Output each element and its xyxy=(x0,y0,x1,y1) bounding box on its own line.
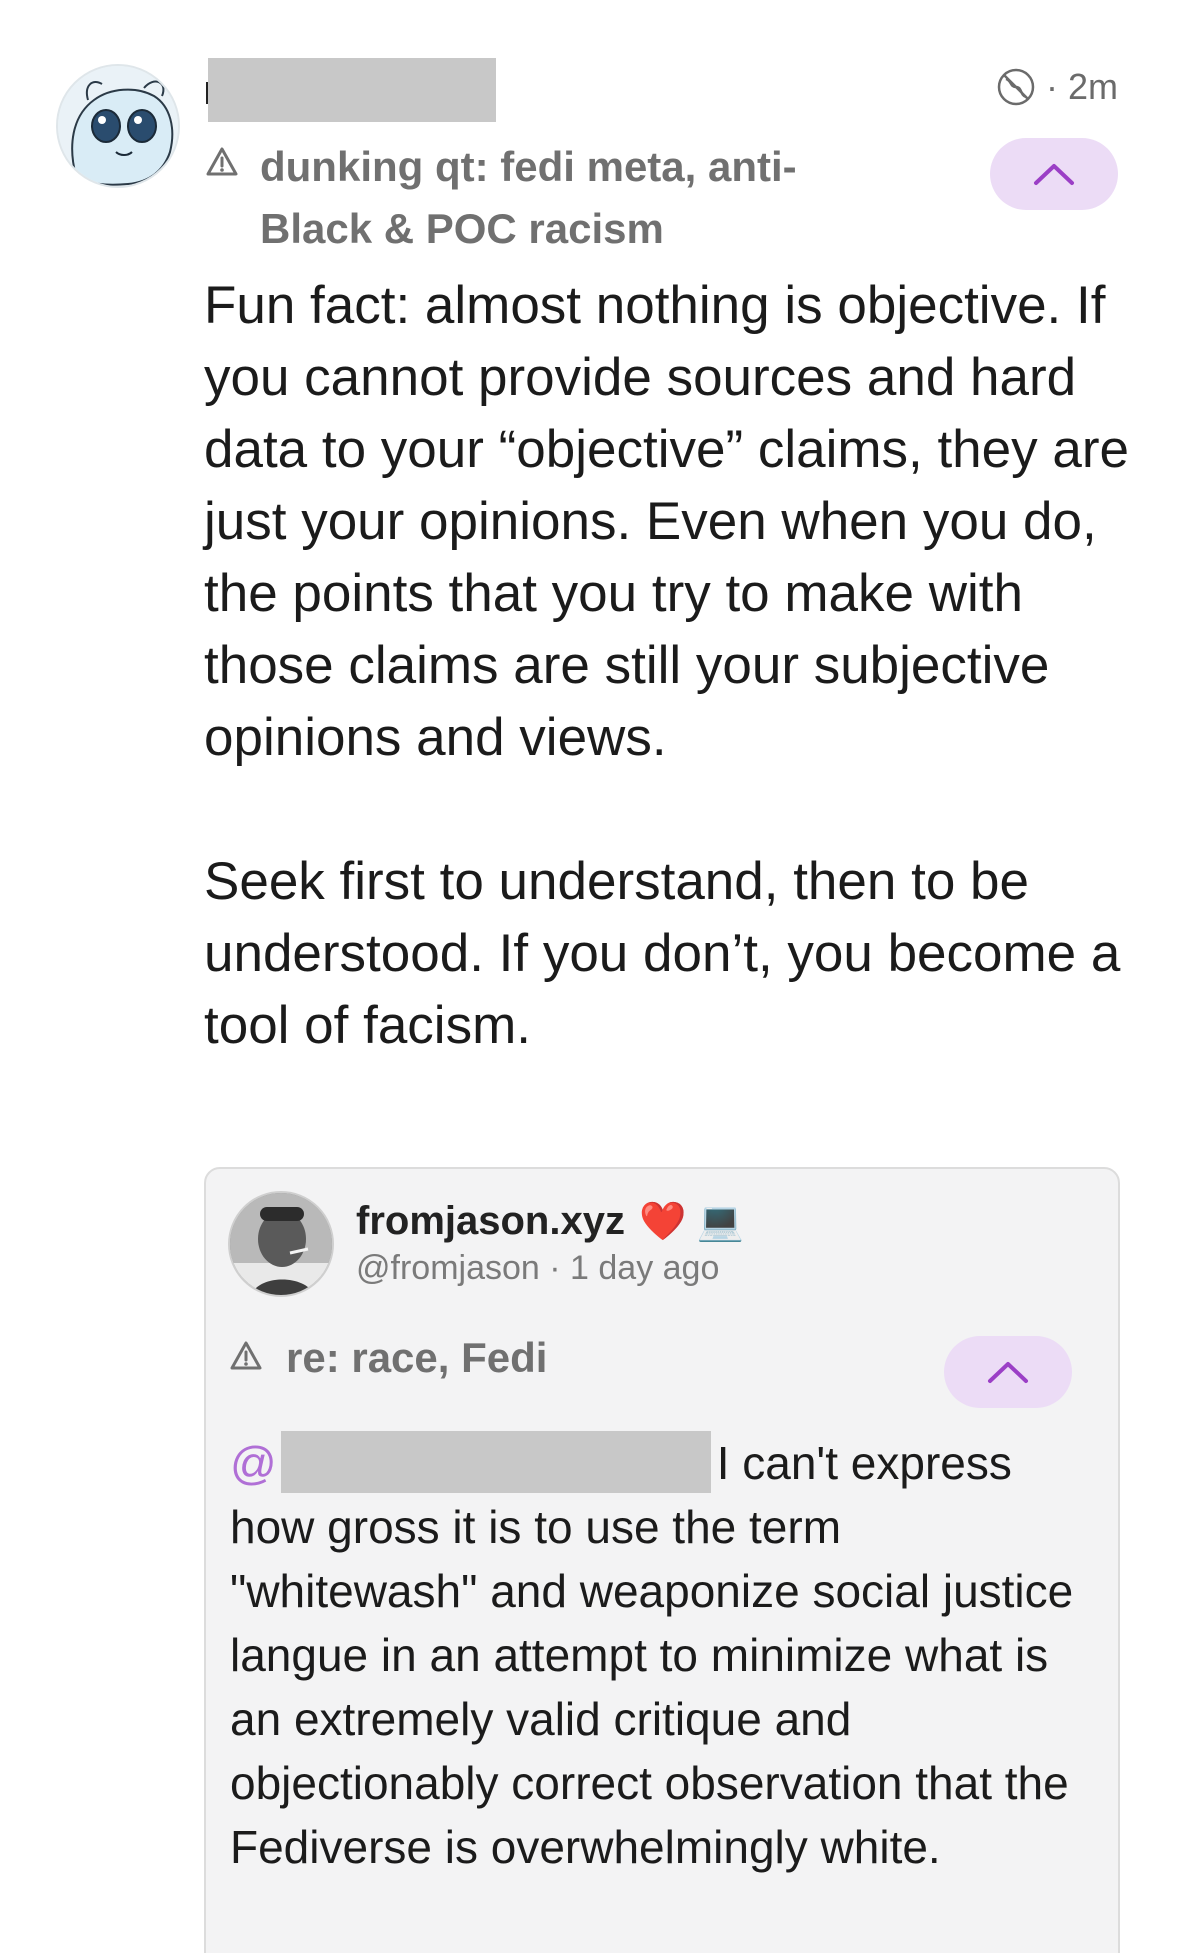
content-warning-text: dunking qt: fedi meta, anti-Black & POC … xyxy=(260,143,797,252)
quoted-author-name[interactable]: fromjason.xyz xyxy=(356,1199,625,1244)
quoted-collapse-button[interactable] xyxy=(944,1336,1072,1408)
quoted-author-meta: @fromjason · 1 day ago xyxy=(356,1249,719,1288)
author-avatar-image xyxy=(58,66,178,186)
author-name-redacted xyxy=(208,58,496,122)
quoted-author-name-row: fromjason.xyz ❤️ 💻 xyxy=(356,1199,744,1244)
post: · 2m dunking qt: fedi meta, anti-Black &… xyxy=(0,0,1178,1953)
quoted-content-warning: re: race, Fedi xyxy=(230,1334,547,1382)
globe-off-icon[interactable] xyxy=(996,67,1036,107)
warning-triangle-icon xyxy=(206,146,238,183)
quoted-body-text: I can't express how gross it is to use t… xyxy=(230,1437,1074,1873)
warning-triangle-icon xyxy=(230,1340,262,1377)
chevron-up-icon xyxy=(988,1362,1028,1383)
author-avatar[interactable] xyxy=(56,64,180,188)
mention-redacted xyxy=(280,1431,711,1493)
mention-link[interactable]: @ xyxy=(230,1437,277,1489)
content-warning: dunking qt: fedi meta, anti-Black & POC … xyxy=(206,136,906,260)
quoted-post-body: @ I can't express how gross it is to use … xyxy=(230,1431,1090,1879)
collapse-content-button[interactable] xyxy=(990,138,1118,210)
meta-separator: · xyxy=(549,1249,571,1287)
post-timestamp[interactable]: 2m xyxy=(1068,66,1118,108)
quoted-author-photo xyxy=(230,1193,332,1295)
quoted-author-handle[interactable]: @fromjason xyxy=(356,1249,540,1287)
chevron-up-icon xyxy=(1034,164,1074,185)
post-meta: · 2m xyxy=(996,66,1118,108)
quoted-author-avatar[interactable] xyxy=(228,1191,334,1297)
quoted-author-emoji: ❤️ 💻 xyxy=(638,1200,745,1243)
quoted-content-warning-text: re: race, Fedi xyxy=(286,1334,548,1381)
post-body: Fun fact: almost nothing is objective. I… xyxy=(204,276,1129,1055)
quoted-post-time[interactable]: 1 day ago xyxy=(570,1249,719,1287)
quoted-post-card[interactable]: fromjason.xyz ❤️ 💻 @fromjason · 1 day ag… xyxy=(204,1167,1120,1953)
meta-separator: · xyxy=(1045,66,1058,107)
